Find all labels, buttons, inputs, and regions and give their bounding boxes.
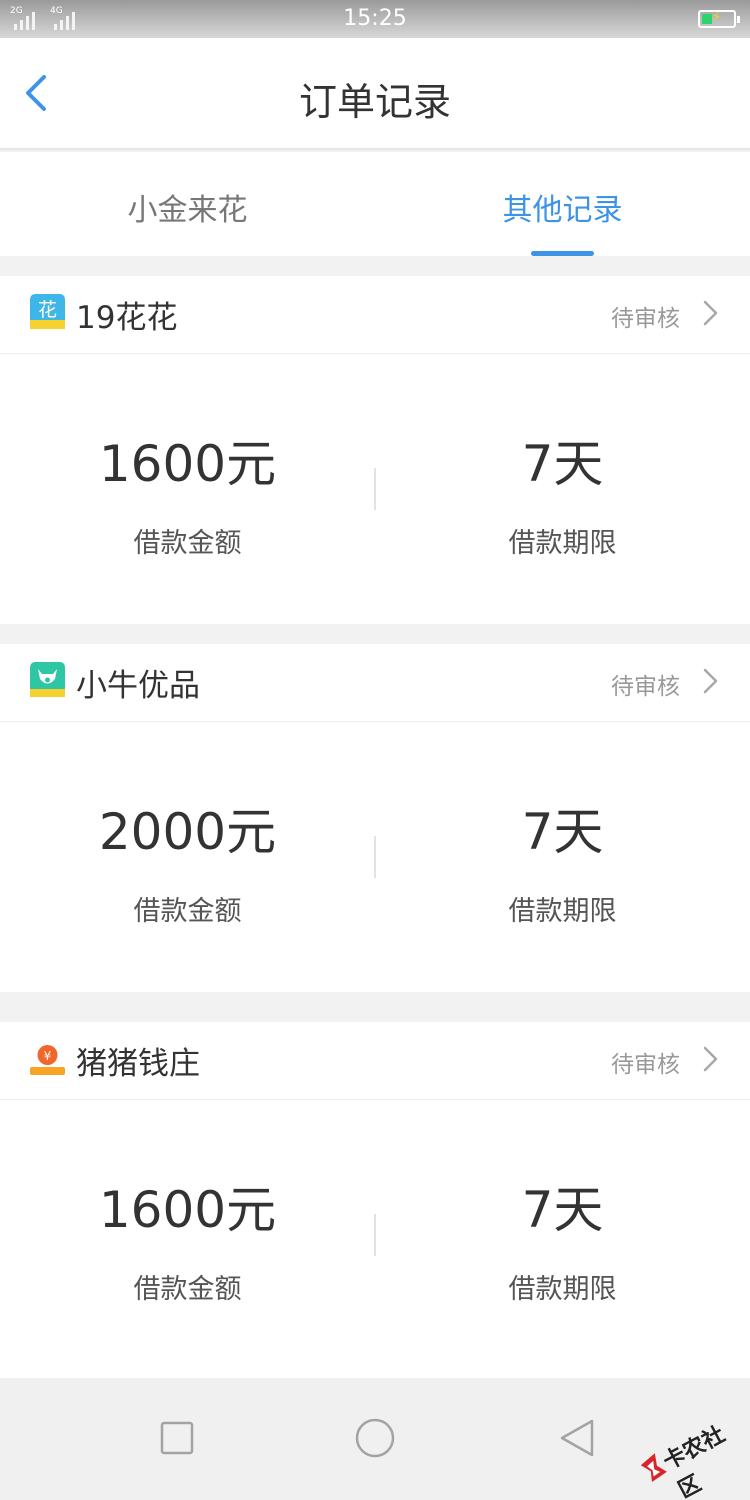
loan-amount: 2000元: [98, 803, 277, 861]
navigation-bar: 订单记录: [0, 38, 750, 150]
status-bar: 2G 4G 15:25 ⚡: [0, 0, 750, 38]
loan-term-label: 借款期限: [508, 896, 617, 927]
active-tab-indicator: [531, 251, 594, 256]
loan-amount: 1600元: [98, 435, 277, 493]
lender-name: 小牛优品: [76, 668, 200, 704]
battery-icon: ⚡: [698, 10, 740, 28]
status-time: 15:25: [343, 6, 407, 31]
svg-text:¥: ¥: [44, 1049, 52, 1063]
loan-term: 7天: [521, 1181, 604, 1239]
chevron-right-icon: [703, 668, 718, 694]
loan-term-label: 借款期限: [508, 528, 617, 559]
loan-amount-label: 借款金额: [133, 528, 242, 559]
chevron-right-icon: [703, 1046, 718, 1072]
order-card[interactable]: 花 19花花 待审核 1600元 7天 借款金额 借款期限: [0, 276, 750, 624]
loan-term: 7天: [521, 435, 604, 493]
order-card-header[interactable]: ¥ 猪猪钱庄 待审核: [0, 1022, 750, 1100]
order-card-header[interactable]: 小牛优品 待审核: [0, 644, 750, 722]
svg-text:花: 花: [38, 299, 57, 321]
status-badge: 待审核: [611, 674, 680, 700]
divider: [374, 468, 376, 510]
order-card-header[interactable]: 花 19花花 待审核: [0, 276, 750, 354]
tab-other-records[interactable]: 其他记录: [375, 185, 750, 229]
loan-term: 7天: [521, 803, 604, 861]
square-icon[interactable]: [147, 1408, 207, 1468]
chevron-right-icon: [703, 300, 718, 326]
page-title: 订单记录: [298, 80, 451, 124]
tab-xiaojinlaihua[interactable]: 小金来花: [0, 185, 375, 229]
system-navigation-bar: [0, 1378, 750, 1500]
lender-name: 19花花: [76, 300, 178, 336]
order-card[interactable]: ¥ 猪猪钱庄 待审核 1600元 7天 借款金额 借款期限: [0, 1022, 750, 1378]
loan-amount: 1600元: [98, 1181, 277, 1239]
lender-name: 猪猪钱庄: [76, 1046, 200, 1082]
triangle-back-icon[interactable]: [546, 1408, 606, 1468]
status-badge: 待审核: [611, 306, 680, 332]
divider: [374, 836, 376, 878]
loan-term-label: 借款期限: [508, 1274, 617, 1305]
tab-bar: 小金来花 其他记录: [0, 152, 750, 256]
loan-amount-label: 借款金额: [133, 896, 242, 927]
circle-icon[interactable]: [345, 1408, 405, 1468]
pig-logo-icon: ¥: [30, 1040, 65, 1075]
bull-logo-icon: [30, 662, 65, 697]
status-badge: 待审核: [611, 1052, 680, 1078]
flower-logo-icon: 花: [30, 294, 65, 329]
order-card[interactable]: 小牛优品 待审核 2000元 7天 借款金额 借款期限: [0, 644, 750, 992]
divider: [374, 1214, 376, 1256]
loan-amount-label: 借款金额: [133, 1274, 242, 1305]
